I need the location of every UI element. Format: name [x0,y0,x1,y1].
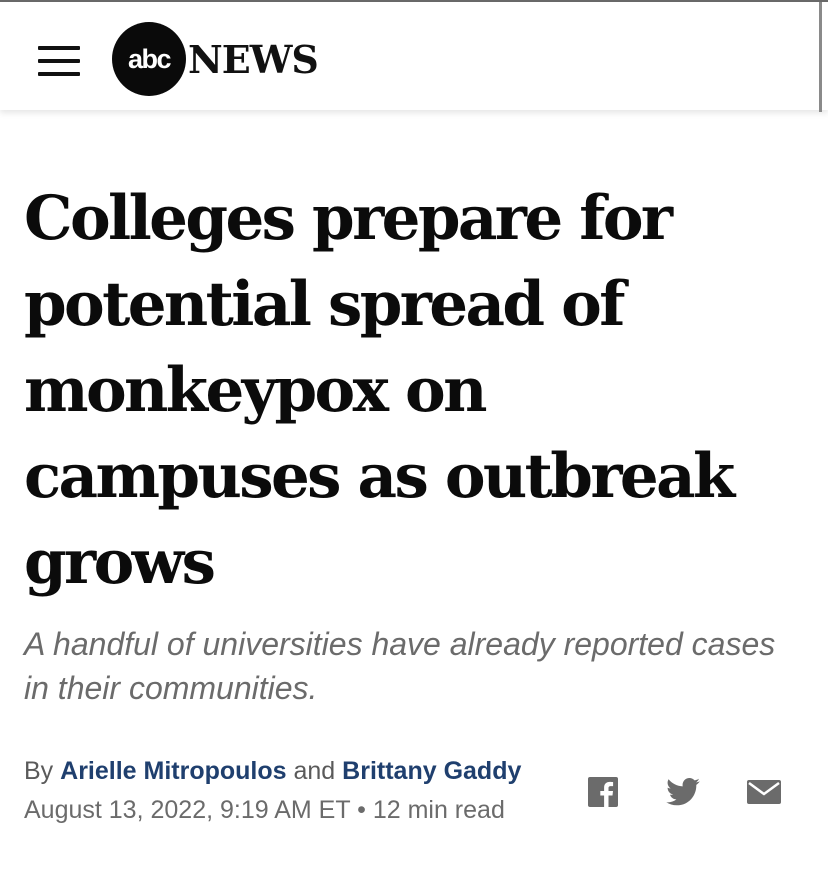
facebook-icon [588,777,618,807]
share-facebook-button[interactable] [583,772,623,812]
dateline-separator: • [357,796,366,824]
abc-news-logo[interactable]: abc NEWS [112,22,319,96]
share-email-button[interactable] [744,772,784,812]
scrollbar[interactable] [819,2,822,112]
author-link-brittany-gaddy[interactable]: Brittany Gaddy [342,757,521,785]
read-time: 12 min read [372,796,505,824]
byline-prefix: By [24,757,54,785]
menu-button[interactable] [38,46,80,76]
publish-date: August 13, 2022, 9:19 AM ET [24,796,351,824]
abc-logo-mark: abc [112,22,186,96]
twitter-icon [666,778,700,806]
author-link-arielle-mitropoulos[interactable]: Arielle Mitropoulos [60,757,286,785]
menu-icon-line [38,59,80,63]
byline-conjunction: and [293,757,336,785]
site-header: abc NEWS [0,2,828,110]
article-page: abc NEWS Colleges prepare for potential … [0,0,828,870]
news-wordmark: NEWS [188,36,319,82]
byline: By Arielle Mitropoulos and Brittany Gadd… [24,754,521,788]
menu-icon-line [38,46,80,50]
email-icon [747,780,781,804]
menu-icon-line [38,72,80,76]
dateline: August 13, 2022, 9:19 AM ET • 12 min rea… [24,793,505,827]
article-subheadline: A handful of universities have already r… [24,626,776,706]
article-headline: Colleges prepare for potential spread of… [24,183,735,598]
share-twitter-button[interactable] [663,772,703,812]
